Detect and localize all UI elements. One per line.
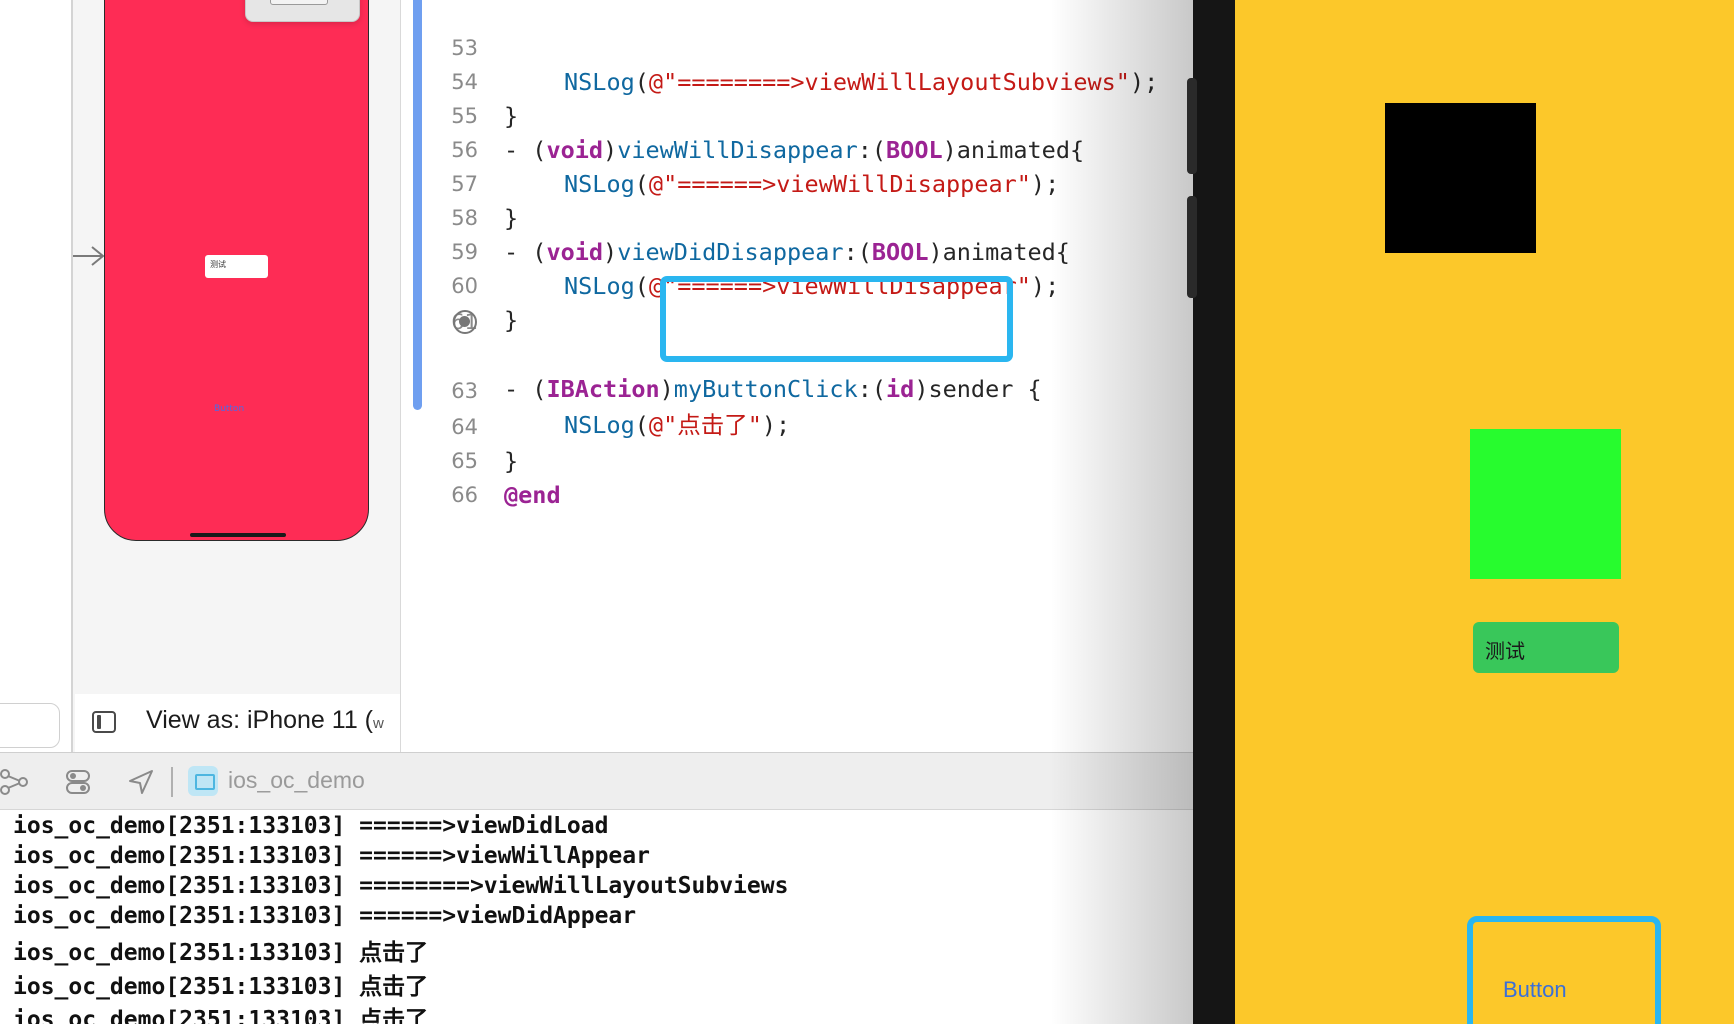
view-as-suffix: w (373, 715, 384, 732)
simulator-volume-down-button[interactable] (1187, 196, 1197, 298)
toggle-icon[interactable] (64, 768, 92, 796)
log-line: ios_oc_demo[2351:133103] ======>viewDidA… (13, 903, 637, 929)
black-view (1385, 103, 1536, 253)
line-number: 66 (451, 483, 478, 507)
log-line: ios_oc_demo[2351:133103] 点击了 (13, 940, 429, 966)
entry-point-arrow-icon (73, 246, 105, 266)
simulator-button[interactable]: Button (1503, 977, 1567, 1003)
view-as-device-label[interactable]: View as: iPhone 11 (w (146, 706, 384, 735)
scene-dock-popover (245, 0, 360, 22)
branch-icon[interactable] (0, 768, 28, 796)
storyboard-textfield[interactable]: 测试 (205, 255, 268, 278)
code-line[interactable]: 55 - (void)viewWillDisappear:(BOOL)anima… (401, 65, 1198, 164)
storyboard-canvas[interactable]: 测试 Button View as: iPhone 11 (w (0, 0, 400, 752)
code-line[interactable]: 59 NSLog(@"======>viewWillDisappear"); (401, 201, 1198, 300)
simulator-button-highlight[interactable]: Button (1467, 916, 1661, 1024)
code-line[interactable]: 58 - (void)viewDidDisappear:(BOOL)animat… (401, 167, 1198, 266)
log-line: ios_oc_demo[2351:133103] ========>viewWi… (13, 873, 789, 899)
code-line[interactable]: 60 } (401, 235, 1198, 334)
scene-dock-item (270, 0, 328, 5)
code-line[interactable]: 65 @end (401, 410, 1198, 509)
debug-toolbar: ios_oc_demo (0, 752, 1197, 810)
outline-filter-field[interactable] (0, 703, 60, 748)
ibaction-connection-icon[interactable] (453, 310, 477, 334)
code-line[interactable]: 54 } (401, 31, 1198, 130)
sidebar-toggle-icon[interactable] (92, 711, 116, 733)
code-editor[interactable]: 53 NSLog(@"========>viewWillLayoutSubvie… (400, 0, 1197, 752)
code-line[interactable]: 53 NSLog(@"========>viewWillLayoutSubvie… (401, 0, 1198, 96)
simulator-volume-up-button[interactable] (1187, 78, 1197, 174)
code-line[interactable]: 66 (401, 444, 1198, 507)
document-outline (0, 0, 73, 752)
view-as-text: View as: iPhone 11 ( (146, 706, 373, 734)
green-view (1470, 429, 1621, 579)
code-line[interactable]: 56 NSLog(@"======>viewWillDisappear"); (401, 99, 1198, 198)
debug-console[interactable]: ios_oc_demo[2351:133103] ======>viewDidL… (0, 810, 1197, 1024)
log-line: ios_oc_demo[2351:133103] ======>viewWill… (13, 843, 650, 869)
toolbar-divider (171, 767, 173, 797)
app-target-icon (188, 766, 218, 796)
code-line[interactable]: 57 } (401, 133, 1198, 232)
log-line: ios_oc_demo[2351:133103] 点击了 (13, 974, 429, 1000)
location-arrow-icon[interactable] (127, 768, 155, 796)
xcode-window: 测试 Button View as: iPhone 11 (w 53 NSLog… (0, 0, 1734, 1024)
method-highlight-box (660, 276, 1013, 362)
home-indicator (190, 533, 286, 537)
code-line[interactable]: 64 } (401, 376, 1198, 475)
log-line: ios_oc_demo[2351:133103] ======>viewDidL… (13, 813, 609, 839)
log-line: ios_oc_demo[2351:133103] 点击了 (13, 1007, 429, 1024)
storyboard-button[interactable]: Button (214, 404, 244, 414)
simulator-textfield[interactable]: 测试 (1473, 622, 1619, 673)
target-name[interactable]: ios_oc_demo (228, 767, 365, 794)
simulator-screen[interactable]: 测试 (1235, 0, 1734, 1024)
simulator-bezel (1193, 0, 1235, 1024)
